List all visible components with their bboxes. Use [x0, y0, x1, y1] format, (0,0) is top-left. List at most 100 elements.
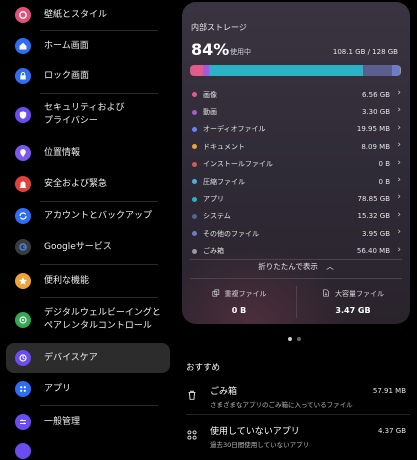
chevron-right-icon: › — [397, 88, 401, 98]
usage-percent: 84% — [191, 40, 230, 59]
category-color-dot — [192, 179, 197, 185]
chevron-right-icon: › — [397, 209, 401, 220]
duplicate-files-button[interactable]: 重複ファイル 0 B — [182, 289, 296, 315]
large-files-button[interactable]: 大容量ファイル 3.47 GB — [296, 289, 410, 315]
collapse-button[interactable]: 折りたたんで表示 ︿ — [182, 261, 410, 272]
sidebar-item-label: 一般管理 — [44, 416, 81, 427]
recommend-item-value: 4.37 GB — [377, 427, 406, 435]
palette-icon — [15, 7, 31, 23]
category-color-dot — [192, 248, 197, 254]
chevron-right-icon: › — [397, 157, 401, 168]
category-color-dot — [192, 196, 197, 202]
sidebar-item-location[interactable]: 位置情報 — [6, 144, 170, 162]
large-files-value: 3.47 GB — [335, 306, 371, 315]
category-value: 19.95 MB — [356, 125, 390, 134]
recommend-title: おすすめ — [186, 363, 221, 373]
storage-usage-bar — [190, 65, 401, 76]
sidebar-item-partial[interactable] — [6, 442, 170, 460]
category-value: 3.95 GB — [361, 229, 390, 238]
sliders-icon — [15, 414, 31, 430]
sidebar-item-advanced-features[interactable]: 便利な機能 — [6, 272, 170, 290]
storage-category-row[interactable]: 画像 6.56 GB › — [182, 86, 410, 103]
storage-category-row[interactable]: その他のファイル 3.95 GB › — [182, 225, 410, 242]
storage-card: 内部ストレージ 84% 使用中 108.1 GB / 128 GB 画像 6.56… — [182, 2, 410, 324]
sidebar-item-apps[interactable]: アプリ — [6, 380, 170, 398]
recommend-item-subtitle: さまざまなアプリのごみ箱に入っているファイル — [210, 401, 353, 409]
category-label: オーディオファイル — [203, 125, 266, 134]
sidebar-item-label: 位置情報 — [44, 147, 81, 158]
star-icon — [15, 273, 31, 289]
sidebar-item-google-services[interactable]: Googleサービス — [6, 238, 170, 256]
sidebar-item-lock-screen[interactable]: ロック画面 — [6, 67, 170, 85]
storage-category-list: 画像 6.56 GB › 動画 3.30 GB › オーディオファイル 19.95 MB › ドキ… — [182, 86, 410, 260]
recommend-item-title: ごみ箱 — [210, 387, 238, 397]
sidebar-item-label: 便利な機能 — [44, 275, 90, 286]
page-dot — [297, 337, 301, 341]
storage-total: 108.1 GB / 128 GB — [332, 48, 398, 56]
category-color-dot — [192, 231, 197, 237]
large-files-icon — [322, 289, 330, 299]
chevron-right-icon: › — [397, 174, 401, 185]
usage-bar-segment — [399, 65, 401, 76]
sidebar-item-label: セキュリティおよび プライバシー — [44, 103, 125, 126]
category-value: 8.09 MB — [361, 142, 390, 151]
sidebar-item-general-management[interactable]: 一般管理 — [6, 413, 170, 431]
sidebar-item-label: デジタルウェルビーイングと ペアレンタルコントロール — [44, 308, 161, 331]
storage-category-row[interactable]: インストールファイル 0 B › — [182, 156, 410, 173]
sidebar-item-digital-wellbeing[interactable]: デジタルウェルビーイングと ペアレンタルコントロール — [6, 304, 170, 336]
recommend-item-trash[interactable]: ごみ箱 さまざまなアプリのごみ箱に入っているファイル 57.91 MB — [186, 384, 410, 412]
storage-category-row[interactable]: ドキュメント 8.09 MB › — [182, 138, 410, 155]
duplicate-files-icon — [211, 289, 220, 299]
sidebar-item-label: アプリ — [44, 383, 72, 394]
home-icon — [15, 38, 31, 54]
location-icon — [15, 145, 31, 161]
recommend-item-value: 57.91 MB — [372, 387, 406, 395]
sidebar-item-accounts-backup[interactable]: アカウントとバックアップ — [6, 207, 170, 225]
sidebar-item-label: 壁紙とスタイル — [44, 9, 108, 20]
sidebar-item-wallpaper[interactable]: 壁紙とスタイル — [6, 6, 170, 24]
category-value: 3.30 GB — [361, 108, 390, 117]
category-value: 78.85 GB — [357, 195, 391, 204]
collapse-label: 折りたたんで表示 — [258, 262, 318, 271]
large-files-label: 大容量ファイル — [335, 290, 384, 298]
storage-category-row[interactable]: ごみ箱 56.40 MB › — [182, 243, 410, 260]
sidebar-item-home-screen[interactable]: ホーム画面 — [6, 37, 170, 55]
usage-bar-segment — [362, 65, 393, 76]
storage-category-row[interactable]: オーディオファイル 19.95 MB › — [182, 121, 410, 138]
chevron-right-icon: › — [397, 244, 401, 255]
category-label: ドキュメント — [203, 142, 245, 151]
sidebar-item-label: ロック画面 — [44, 70, 90, 81]
category-value: 6.56 GB — [361, 90, 390, 99]
device-care-icon — [15, 350, 31, 366]
apps-grid-icon — [186, 426, 200, 440]
sync-icon — [15, 208, 31, 224]
sidebar-item-security-privacy[interactable]: セキュリティおよび プライバシー — [6, 100, 170, 130]
usage-percent-label: 使用中 — [230, 48, 251, 56]
category-color-dot — [192, 213, 197, 219]
chevron-right-icon: › — [397, 140, 401, 151]
storage-category-row[interactable]: 動画 3.30 GB › — [182, 103, 410, 120]
chevron-right-icon: › — [397, 192, 401, 203]
category-color-dot — [192, 144, 197, 150]
apps-icon — [15, 381, 31, 397]
category-label: その他のファイル — [203, 229, 259, 238]
category-label: アプリ — [203, 195, 224, 204]
category-label: ごみ箱 — [203, 247, 224, 256]
wellbeing-icon — [15, 312, 31, 328]
recommend-item-subtitle: 過去30日間使用していないアプリ — [210, 441, 310, 449]
storage-category-row[interactable]: 圧縮ファイル 0 B › — [182, 173, 410, 190]
storage-category-row[interactable]: アプリ 78.85 GB › — [182, 190, 410, 207]
sidebar-item-device-care[interactable]: デバイスケア — [6, 343, 170, 373]
sidebar-item-label: Googleサービス — [44, 241, 112, 252]
sidebar-item-safety-emergency[interactable]: 安全および緊急 — [6, 175, 170, 193]
storage-title: 内部ストレージ — [191, 23, 247, 32]
storage-category-row[interactable]: システム 15.32 GB › — [182, 208, 410, 225]
shield-icon — [15, 107, 31, 123]
duplicate-files-label: 重複ファイル — [224, 290, 267, 298]
google-icon — [15, 239, 31, 255]
recommend-item-unused-apps[interactable]: 使用していないアプリ 過去30日間使用していないアプリ 4.37 GB — [186, 424, 410, 452]
usage-bar-segment — [392, 65, 400, 76]
recommend-item-title: 使用していないアプリ — [210, 427, 300, 437]
sidebar-item-label: デバイスケア — [44, 352, 98, 363]
chevron-right-icon: › — [397, 227, 401, 238]
